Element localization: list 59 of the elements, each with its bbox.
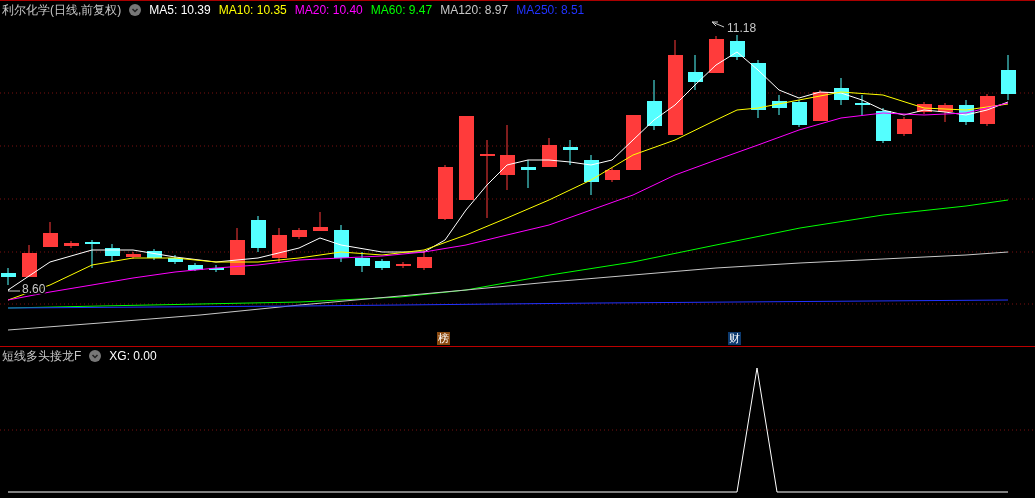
candlestick <box>959 99 974 126</box>
indicator-value: MA10: 10.35 <box>218 3 287 17</box>
candlestick <box>876 107 891 144</box>
candlestick <box>188 262 203 272</box>
candlestick <box>897 116 912 137</box>
indicator-value: MA60: 9.47 <box>370 3 433 17</box>
arrow-icon <box>711 21 725 28</box>
candlestick <box>855 94 870 116</box>
candlestick <box>126 251 141 260</box>
candlestick <box>105 243 120 263</box>
indicator-value: MA20: 10.40 <box>294 3 363 17</box>
candlestick <box>292 227 307 240</box>
candlestick <box>355 251 370 273</box>
candlestick <box>43 221 58 248</box>
candlestick <box>521 159 536 189</box>
candlestick <box>834 77 849 106</box>
event-marker[interactable]: 榜 <box>437 332 450 345</box>
candlestick <box>1 267 16 286</box>
candlestick <box>22 244 37 278</box>
candlestick <box>938 102 953 123</box>
chart-title: 短线多头接龙F <box>2 347 82 365</box>
candlestick <box>647 79 662 131</box>
candlestick <box>147 248 162 261</box>
candlestick <box>542 137 557 168</box>
candlestick <box>626 114 641 171</box>
indicator-value: MA120: 8.97 <box>440 3 509 17</box>
chart-title: 利尔化学(日线,前复权) <box>2 1 122 19</box>
candlestick <box>688 54 703 91</box>
candlestick <box>500 124 515 191</box>
candlestick <box>230 227 245 276</box>
arrow-icon <box>7 286 21 292</box>
candlestick <box>272 227 287 263</box>
high-price-label: 11.18 <box>727 21 757 35</box>
candlestick <box>709 35 724 74</box>
candlestick <box>375 258 390 271</box>
candlestick <box>209 264 224 273</box>
candlestick <box>772 94 787 116</box>
chevron-down-icon[interactable] <box>129 4 142 16</box>
indicator-value: MA250: 8.51 <box>516 3 585 17</box>
chevron-down-icon[interactable] <box>89 350 102 362</box>
candlestick <box>251 215 266 253</box>
candlestick <box>792 99 807 128</box>
indicator-value: XG: 0.00 <box>109 349 157 363</box>
candlestick <box>917 101 932 115</box>
candlestick <box>730 34 745 61</box>
candlestick <box>313 211 328 232</box>
candlestick <box>168 254 183 265</box>
candlestick <box>605 167 620 183</box>
candlestick <box>438 164 453 221</box>
candlestick <box>396 261 411 269</box>
candlestick <box>584 154 599 196</box>
indicator-value: MA5: 10.39 <box>149 3 211 17</box>
candlestick <box>64 240 79 249</box>
event-marker[interactable]: 财 <box>728 332 741 345</box>
candlestick <box>563 139 578 166</box>
candlestick <box>85 239 100 269</box>
candlestick <box>417 249 432 271</box>
candlestick <box>751 59 766 119</box>
candlestick <box>1001 54 1016 101</box>
